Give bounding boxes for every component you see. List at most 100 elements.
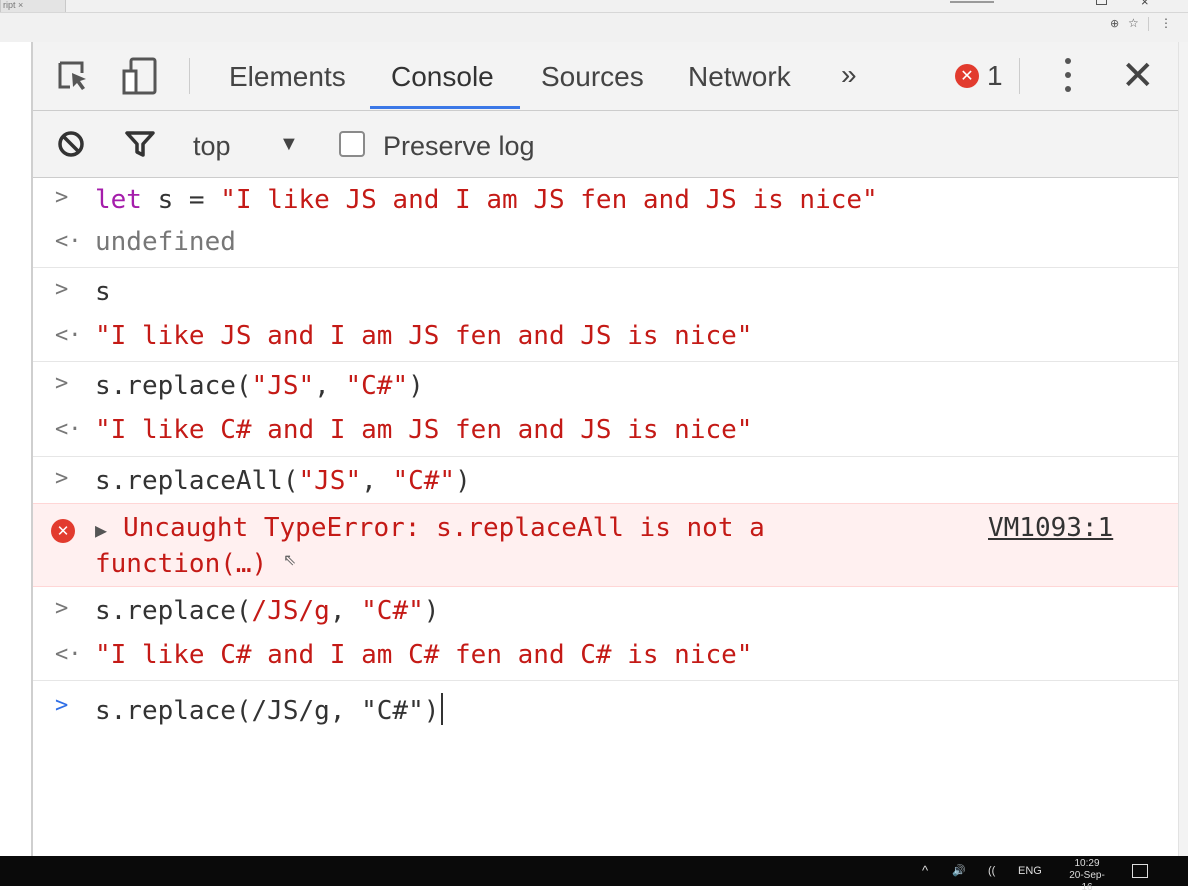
device-toolbar-icon[interactable]	[121, 56, 161, 96]
input-prompt-icon: >	[55, 277, 69, 302]
code-string: "C#"	[345, 371, 409, 401]
input-prompt-icon: >	[55, 371, 69, 396]
result-arrow-icon: <·	[55, 642, 82, 667]
browser-chrome: ript × × ⊕ ☆ ⋮	[0, 0, 1188, 42]
clock[interactable]: 10:29 20-Sep-16	[1067, 858, 1107, 894]
console-row: > s.replaceAll("JS", "C#")	[33, 457, 1178, 503]
active-tab-indicator	[370, 106, 520, 109]
console-result: "I like C# and I am C# fen and C# is nic…	[95, 640, 753, 670]
wifi-icon[interactable]: ((	[988, 856, 995, 886]
tab-sources[interactable]: Sources	[541, 42, 644, 108]
customize-menu-icon[interactable]	[1058, 56, 1078, 96]
code-string: "C#"	[392, 466, 456, 496]
active-prompt-icon: >	[55, 693, 69, 718]
more-tabs-button[interactable]: »	[841, 42, 857, 108]
notifications-icon[interactable]	[1132, 864, 1148, 878]
console-input: s.replace("JS", "C#")	[95, 371, 424, 401]
input-prompt-icon: >	[55, 466, 69, 491]
toolbar-separator	[189, 58, 190, 94]
console-filter-bar: top ▼ Preserve log	[33, 111, 1178, 178]
result-arrow-icon: <·	[55, 229, 82, 254]
prompt-text: s.replace(/JS/g, "C#")	[95, 696, 440, 726]
console-error-row: ✕ ▶ Uncaught TypeError: s.replaceAll is …	[33, 503, 1178, 587]
error-source-link[interactable]: VM1093:1	[988, 513, 1113, 543]
code-regex: /JS/g	[251, 596, 330, 626]
filter-icon[interactable]	[125, 130, 155, 158]
window-close-icon[interactable]: ×	[1141, 0, 1149, 9]
code-string: "C#"	[361, 596, 424, 626]
console-input: s.replace(/JS/g, "C#")	[95, 596, 439, 626]
code-string: "JS"	[251, 371, 315, 401]
code-text: s =	[141, 185, 221, 215]
window-minimize-icon[interactable]	[950, 1, 994, 3]
toolbar-divider	[1148, 17, 1149, 31]
error-count: 1	[987, 60, 1003, 91]
error-message-continued: function(…)	[95, 549, 268, 579]
browser-tab-label: ript	[3, 0, 16, 10]
inspect-element-icon[interactable]	[53, 56, 93, 96]
code-text: s.replace(	[95, 596, 252, 626]
tray-expand-icon[interactable]: ^	[922, 856, 928, 886]
tab-close-icon[interactable]: ×	[18, 0, 23, 10]
code-text: ,	[314, 371, 346, 401]
code-text: ,	[361, 466, 393, 496]
console-row: <· "I like JS and I am JS fen and JS is …	[33, 315, 1178, 362]
window-restore-icon[interactable]	[1096, 0, 1107, 5]
console-row: > s.replace("JS", "C#")	[33, 362, 1178, 409]
close-devtools-button[interactable]: ✕	[1121, 50, 1155, 102]
console-output[interactable]: > let s = "I like JS and I am JS fen and…	[33, 178, 1178, 856]
input-prompt-icon: >	[55, 596, 69, 621]
result-arrow-icon: <·	[55, 417, 82, 442]
language-indicator[interactable]: ENG	[1018, 856, 1042, 886]
code-text: s.replaceAll(	[95, 466, 299, 496]
code-string: "I like JS and I am JS fen and JS is nic…	[220, 185, 878, 215]
console-result: "I like C# and I am JS fen and JS is nic…	[95, 415, 753, 445]
zoom-icon[interactable]: ⊕	[1110, 17, 1119, 30]
clock-date: 20-Sep-16	[1069, 870, 1105, 893]
browser-menu-icon[interactable]: ⋮	[1160, 16, 1172, 30]
console-row: <· undefined	[33, 223, 1178, 268]
os-taskbar: ^ 🔊 (( ENG 10:29 20-Sep-16	[0, 856, 1188, 893]
console-input: s.replaceAll("JS", "C#")	[95, 466, 471, 496]
console-result: undefined	[95, 227, 236, 257]
preserve-log-label: Preserve log	[383, 131, 535, 161]
devtools-tabbar: Elements Console Sources Network » ✕ 1 ✕	[33, 42, 1178, 111]
code-text: s.replace(	[95, 371, 252, 401]
error-count-badge[interactable]: ✕ 1	[955, 60, 1003, 92]
volume-icon[interactable]: 🔊	[952, 856, 966, 886]
window-edge	[1178, 42, 1188, 856]
expand-triangle-icon[interactable]: ▶	[95, 518, 107, 542]
error-icon: ✕	[955, 64, 979, 88]
error-message: Uncaught TypeError: s.replaceAll is not …	[123, 513, 765, 543]
tab-elements[interactable]: Elements	[229, 42, 346, 108]
bookmark-star-icon[interactable]: ☆	[1128, 16, 1139, 30]
console-row: <· "I like C# and I am C# fen and C# is …	[33, 634, 1178, 681]
mouse-pointer-icon: ⇖	[283, 550, 297, 569]
console-prompt-input[interactable]: s.replace(/JS/g, "C#")	[95, 693, 444, 726]
clear-console-icon[interactable]	[57, 130, 85, 158]
tab-network[interactable]: Network	[688, 42, 791, 108]
console-row: > s.replace(/JS/g, "C#")	[33, 587, 1178, 634]
console-row: <· "I like C# and I am JS fen and JS is …	[33, 409, 1178, 457]
clock-time: 10:29	[1074, 858, 1100, 869]
code-text: )	[408, 371, 424, 401]
devtools-panel: Elements Console Sources Network » ✕ 1 ✕	[33, 42, 1178, 856]
input-prompt-icon: >	[55, 185, 69, 210]
console-row: > let s = "I like JS and I am JS fen and…	[33, 178, 1178, 223]
code-string: "JS"	[298, 466, 362, 496]
chevron-down-icon[interactable]: ▼	[279, 111, 299, 177]
toolbar-separator	[1019, 58, 1020, 94]
console-row: > s	[33, 268, 1178, 315]
code-text: ,	[329, 596, 362, 626]
console-input: s	[95, 277, 111, 307]
tab-console[interactable]: Console	[391, 42, 494, 108]
console-input: let s = "I like JS and I am JS fen and J…	[95, 185, 878, 215]
code-text: )	[455, 466, 471, 496]
context-selector[interactable]: top	[193, 111, 231, 177]
preserve-log-checkbox[interactable]	[339, 131, 365, 157]
address-bar-border	[0, 12, 1188, 13]
console-prompt-row[interactable]: > s.replace(/JS/g, "C#")	[33, 681, 1178, 741]
console-result: "I like JS and I am JS fen and JS is nic…	[95, 321, 753, 351]
code-keyword: let	[95, 185, 142, 215]
error-icon: ✕	[51, 519, 75, 543]
